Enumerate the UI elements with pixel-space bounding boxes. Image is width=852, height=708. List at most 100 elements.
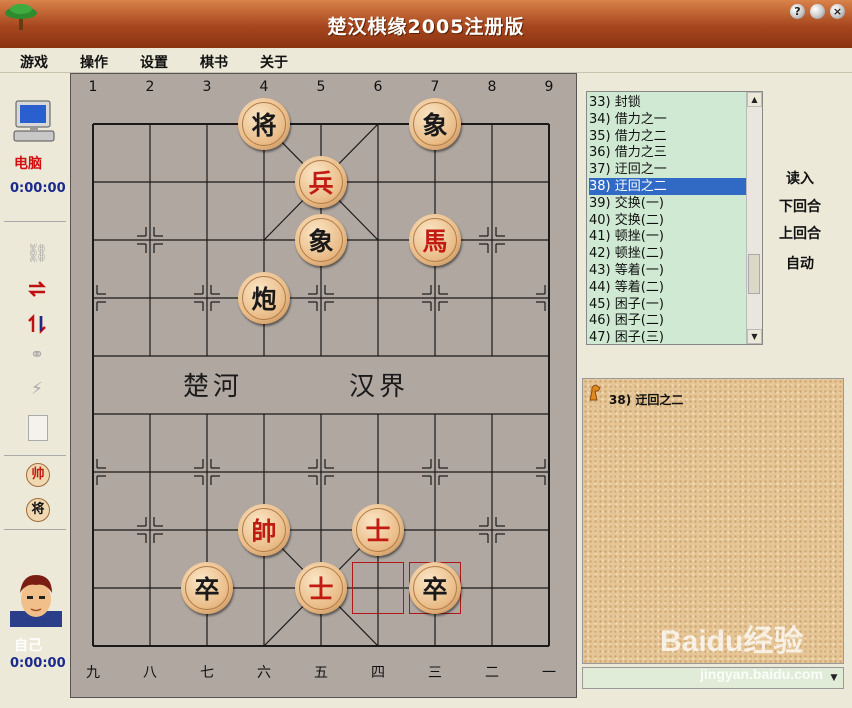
piece-char: 炮 (242, 276, 286, 320)
computer-label: 电脑 (14, 156, 42, 172)
prev-move-button[interactable]: 上回合 (779, 223, 821, 243)
list-item[interactable]: 33) 封锁 (589, 94, 747, 111)
black-piece[interactable]: 象 (295, 214, 347, 266)
column-number: 八 (143, 665, 157, 681)
red-piece[interactable]: 兵 (295, 156, 347, 208)
piece-char: 士 (299, 566, 343, 610)
column-number: 一 (542, 665, 556, 681)
list-item[interactable]: 37) 迂回之一 (589, 161, 747, 178)
list-item[interactable]: 34) 借力之一 (589, 111, 747, 128)
move-from-marker (352, 562, 404, 614)
minimize-button[interactable] (810, 4, 825, 19)
menu-settings[interactable]: 设置 (140, 52, 168, 72)
comment-entry: 38) 迂回之二 (609, 393, 684, 407)
column-number: 6 (373, 79, 383, 95)
list-item[interactable]: 35) 借力之二 (589, 128, 747, 145)
piece-char: 将 (242, 102, 286, 146)
close-button[interactable]: × (830, 4, 845, 19)
undo-icon[interactable]: ⚭ (26, 345, 48, 367)
flip-board-icon[interactable] (26, 313, 48, 335)
swap-icon[interactable] (26, 278, 48, 300)
column-number: 四 (371, 665, 385, 681)
column-number: 5 (316, 79, 326, 95)
menu-operate[interactable]: 操作 (80, 52, 108, 72)
piece-char: 士 (356, 508, 400, 552)
menu-about[interactable]: 关于 (260, 52, 288, 72)
list-item[interactable]: 43) 等着(一) (589, 262, 747, 279)
next-move-button[interactable]: 下回合 (779, 196, 821, 216)
column-number: 1 (88, 79, 98, 95)
black-piece[interactable]: 象 (409, 98, 461, 150)
list-item[interactable]: 39) 交换(一) (589, 195, 747, 212)
divider (4, 455, 66, 456)
piece-char: 帥 (242, 508, 286, 552)
book-icon[interactable] (28, 415, 48, 441)
scroll-down-icon[interactable]: ▼ (747, 329, 762, 344)
self-timer: 0:00:00 (10, 656, 66, 671)
list-item[interactable]: 44) 等着(二) (589, 279, 747, 296)
piece-char: 卒 (413, 566, 457, 610)
red-general-icon[interactable]: 帅 (26, 463, 50, 487)
avatar (10, 571, 62, 627)
piece-char: 馬 (413, 218, 457, 262)
book-list[interactable]: 47) 困子(三) 46) 困子(二) 45) 困子(一) 44) 等着(二) 43) … (586, 91, 763, 345)
red-piece[interactable]: 馬 (409, 214, 461, 266)
right-panel: 47) 困子(三) 46) 困子(二) 45) 困子(一) 44) 等着(二) 43) … (580, 73, 852, 708)
column-number: 三 (428, 665, 442, 681)
horse-icon (587, 383, 603, 401)
piece-char: 象 (413, 102, 457, 146)
piece-char: 卒 (185, 566, 229, 610)
black-piece[interactable]: 炮 (238, 272, 290, 324)
red-piece[interactable]: 士 (352, 504, 404, 556)
help-icon: ? (794, 5, 801, 18)
list-item[interactable]: 46) 困子(二) (589, 312, 747, 329)
help-button[interactable]: ? (790, 4, 805, 19)
title-bar: 楚汉棋缘2005注册版 ? × (0, 0, 852, 48)
column-number: 九 (86, 665, 100, 681)
piece-char: 兵 (299, 160, 343, 204)
column-number: 六 (257, 665, 271, 681)
watermark: Baidu经验 jingyan.baidu.com (660, 616, 850, 706)
divider (4, 529, 66, 530)
list-item[interactable]: 38) 迂回之二 (589, 178, 747, 195)
river-label: 汉界 (349, 372, 410, 402)
window-title: 楚汉棋缘2005注册版 (327, 16, 525, 38)
load-button[interactable]: 读入 (786, 168, 814, 188)
column-number: 七 (200, 665, 214, 681)
list-item[interactable]: 41) 顿挫(一) (589, 228, 747, 245)
scroll-up-icon[interactable]: ▲ (747, 92, 762, 107)
black-piece[interactable]: 卒 (181, 562, 233, 614)
close-icon: × (832, 5, 843, 18)
red-piece[interactable]: 帥 (238, 504, 290, 556)
watermark-logo: Baidu经验 (660, 625, 804, 658)
black-piece[interactable]: 将 (238, 98, 290, 150)
menu-chess-book[interactable]: 棋书 (200, 52, 228, 72)
column-number: 9 (544, 79, 554, 95)
menu-game[interactable]: 游戏 (20, 52, 48, 72)
watermark-url: jingyan.baidu.com (700, 666, 823, 682)
column-number: 二 (485, 665, 499, 681)
red-piece[interactable]: 士 (295, 562, 347, 614)
chess-board[interactable]: 1 2 3 4 5 6 7 8 9 九八七六五四三二一楚河 汉界将象兵象馬炮帥士卒士卒 (70, 73, 577, 698)
list-item[interactable]: 42) 顿挫(二) (589, 245, 747, 262)
link-icon[interactable]: ⛓ (26, 243, 49, 265)
self-label: 自己 (14, 638, 42, 654)
column-number: 3 (202, 79, 212, 95)
lightning-icon[interactable]: ⚡ (26, 379, 48, 401)
column-number: 4 (259, 79, 269, 95)
list-item[interactable]: 36) 借力之三 (589, 144, 747, 161)
column-number: 8 (487, 79, 497, 95)
black-piece[interactable]: 卒 (409, 562, 461, 614)
divider (4, 221, 66, 222)
scroll-thumb[interactable] (748, 254, 760, 294)
computer-timer: 0:00:00 (10, 181, 66, 196)
list-scrollbar[interactable]: ▲ ▼ (746, 92, 762, 344)
column-number: 五 (314, 665, 328, 681)
list-item[interactable]: 40) 交换(二) (589, 212, 747, 229)
black-general-icon[interactable]: 将 (26, 498, 50, 522)
list-item[interactable]: 45) 困子(一) (589, 296, 747, 313)
auto-button[interactable]: 自动 (786, 253, 814, 273)
computer-icon (12, 99, 56, 145)
menu-bar: 游戏 操作 设置 棋书 关于 (0, 48, 852, 73)
list-item[interactable]: 47) 困子(三) (589, 329, 747, 344)
